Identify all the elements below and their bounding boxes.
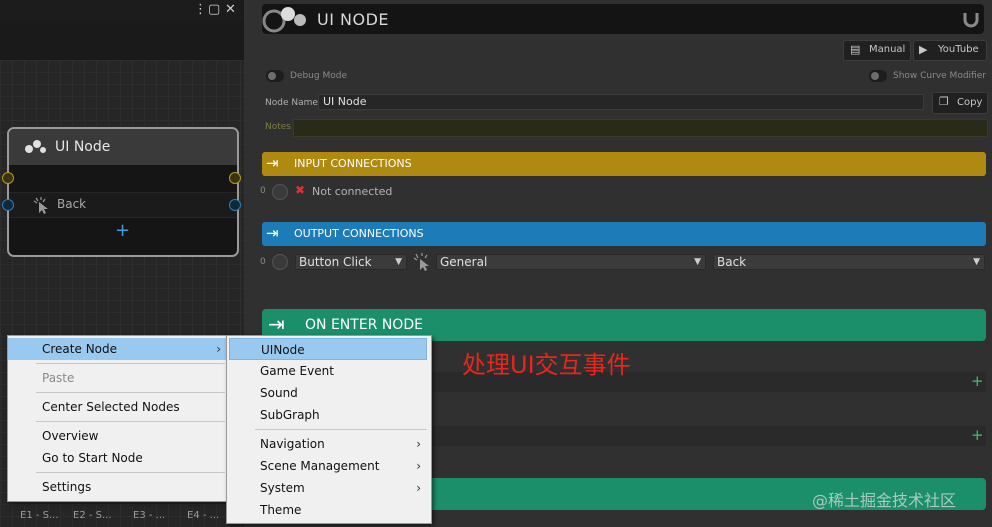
submenu-item-uinode[interactable]: UINode bbox=[229, 338, 427, 360]
add-event-button[interactable]: + bbox=[971, 372, 984, 390]
dropdown-arrow-icon: ▼ bbox=[395, 257, 402, 267]
bottom-node-label[interactable]: E2 - S... bbox=[73, 510, 112, 521]
target-dropdown[interactable]: Back ▼ bbox=[713, 254, 985, 270]
annotation-text: 处理UI交互事件 bbox=[462, 351, 631, 379]
menu-item-paste[interactable]: Paste bbox=[8, 367, 229, 389]
dropdown-arrow-icon: ▼ bbox=[694, 257, 701, 267]
not-connected-status: Not connected bbox=[312, 185, 393, 198]
cursor-click-icon bbox=[413, 253, 429, 271]
submenu-arrow-icon: › bbox=[416, 481, 421, 495]
ui-node-card[interactable]: UI Node Back + bbox=[2, 127, 241, 257]
copy-button[interactable]: ❐ Copy bbox=[932, 92, 988, 114]
create-node-submenu: UINode Game Event Sound SubGraph Navigat… bbox=[226, 335, 432, 524]
youtube-button[interactable]: ▶ YouTube bbox=[913, 40, 987, 61]
submenu-item-system[interactable]: System › bbox=[227, 477, 431, 499]
notes-label: Notes bbox=[265, 122, 291, 132]
watermark: @稀土掘金技术社区 bbox=[812, 491, 957, 510]
menu-item-create-node[interactable]: Create Node › bbox=[8, 338, 229, 360]
submenu-arrow-icon: › bbox=[416, 437, 421, 451]
bottom-node-label[interactable]: E3 - ... bbox=[133, 510, 165, 521]
input-index: 0 bbox=[260, 186, 266, 196]
graph-toolbar bbox=[0, 20, 244, 60]
close-icon[interactable]: ✕ bbox=[225, 2, 236, 17]
error-icon: ✖ bbox=[295, 183, 306, 197]
output-port-left[interactable] bbox=[2, 199, 14, 211]
trigger-dropdown[interactable]: Button Click ▼ bbox=[295, 254, 407, 270]
input-connections-header[interactable]: ⇥ INPUT CONNECTIONS bbox=[262, 152, 986, 176]
context-menu: Create Node › Paste Center Selected Node… bbox=[7, 335, 230, 502]
enter-arrow-icon: ⇥ bbox=[268, 312, 285, 336]
menu-item-settings[interactable]: Settings bbox=[8, 476, 229, 498]
cursor-click-icon bbox=[33, 197, 48, 214]
input-port-right[interactable] bbox=[229, 172, 241, 184]
debug-mode-label: Debug Mode bbox=[290, 71, 347, 81]
notes-input[interactable] bbox=[293, 119, 988, 137]
video-icon: ▶ bbox=[919, 43, 928, 56]
brand-logo-icon bbox=[963, 13, 979, 28]
add-port-button[interactable]: + bbox=[115, 220, 130, 241]
menu-separator bbox=[36, 392, 225, 393]
graph-titlebar: ⋮ ▢ ✕ bbox=[0, 0, 244, 20]
submenu-item-sound[interactable]: Sound bbox=[227, 382, 431, 404]
input-port[interactable] bbox=[2, 172, 14, 184]
menu-item-go-to-start-node[interactable]: Go to Start Node bbox=[8, 447, 229, 469]
menu-separator bbox=[36, 363, 225, 364]
connection-icon bbox=[272, 184, 288, 200]
submenu-item-subgraph[interactable]: SubGraph bbox=[227, 404, 431, 426]
connection-icon bbox=[272, 254, 288, 270]
output-index: 0 bbox=[260, 257, 266, 267]
category-dropdown[interactable]: General ▼ bbox=[436, 254, 706, 270]
submenu-item-game-event[interactable]: Game Event bbox=[227, 360, 431, 382]
bottom-node-label[interactable]: E1 - S... bbox=[20, 510, 59, 521]
node-type-icon bbox=[25, 140, 46, 153]
submenu-item-scene-management[interactable]: Scene Management › bbox=[227, 455, 431, 477]
bottom-node-label[interactable]: E4 - ... bbox=[187, 510, 219, 521]
menu-separator bbox=[36, 472, 225, 473]
node-header[interactable]: UI Node bbox=[9, 129, 237, 165]
show-curve-toggle[interactable] bbox=[869, 70, 887, 82]
kebab-menu-icon[interactable]: ⋮ bbox=[194, 2, 207, 17]
output-port[interactable] bbox=[229, 199, 241, 211]
node-name-label: Node Name bbox=[265, 98, 318, 108]
output-arrow-icon: ⇥ bbox=[266, 224, 279, 242]
manual-button[interactable]: ▤ Manual bbox=[843, 40, 911, 61]
dropdown-arrow-icon: ▼ bbox=[973, 257, 980, 267]
show-curve-label: Show Curve Modifier bbox=[893, 71, 986, 81]
node-logo-icon bbox=[262, 7, 306, 33]
output-port-row: Back bbox=[9, 192, 237, 218]
output-port-label: Back bbox=[57, 197, 87, 211]
maximize-icon[interactable]: ▢ bbox=[208, 2, 220, 17]
output-connections-header[interactable]: ⇥ OUTPUT CONNECTIONS bbox=[262, 222, 986, 246]
menu-separator bbox=[36, 421, 225, 422]
submenu-arrow-icon: › bbox=[216, 342, 221, 356]
book-icon: ▤ bbox=[850, 43, 861, 56]
copy-icon: ❐ bbox=[939, 95, 949, 108]
menu-separator bbox=[255, 429, 427, 430]
node-title: UI Node bbox=[55, 139, 111, 155]
submenu-item-navigation[interactable]: Navigation › bbox=[227, 433, 431, 455]
inspector-title: UI NODE bbox=[317, 10, 390, 29]
menu-item-overview[interactable]: Overview bbox=[8, 425, 229, 447]
submenu-item-theme[interactable]: Theme bbox=[227, 499, 431, 521]
debug-mode-toggle[interactable] bbox=[266, 70, 284, 82]
add-event-button[interactable]: + bbox=[971, 426, 984, 444]
node-name-input[interactable]: UI Node bbox=[318, 94, 924, 110]
menu-item-center-selected-nodes[interactable]: Center Selected Nodes bbox=[8, 396, 229, 418]
input-arrow-icon: ⇥ bbox=[266, 154, 279, 172]
submenu-arrow-icon: › bbox=[416, 459, 421, 473]
